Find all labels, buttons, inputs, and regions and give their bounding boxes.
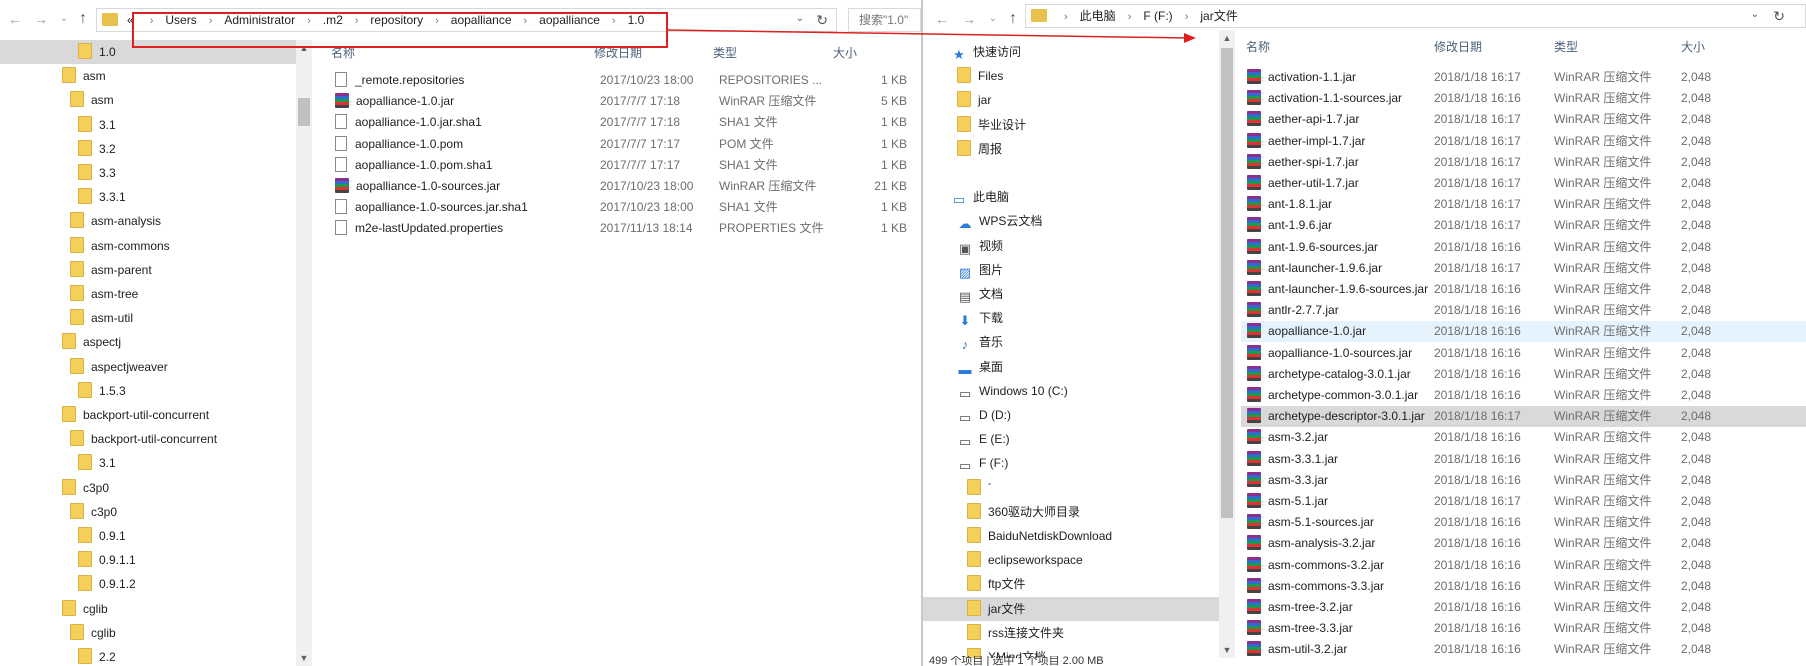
- annotation-arrow: [667, 29, 1196, 43]
